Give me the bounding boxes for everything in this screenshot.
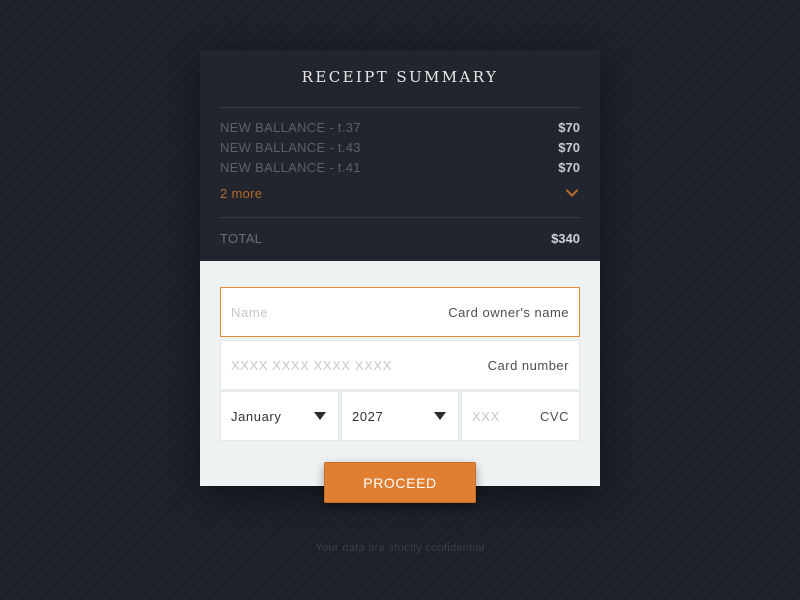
receipt-summary-panel: RECEIPT SUMMARY NEW BALLANCE - t.37 $70 … [200, 50, 600, 261]
receipt-item-price: $70 [558, 119, 580, 135]
summary-divider-top [220, 107, 580, 108]
expiry-month-value: January [231, 408, 282, 424]
expiry-year-select[interactable]: 2027 [341, 391, 459, 441]
total-label: TOTAL [220, 230, 263, 246]
receipt-summary-title: RECEIPT SUMMARY [301, 68, 499, 86]
total-row: TOTAL $340 [220, 228, 580, 248]
confidentiality-note: Your data are strictly confidential [315, 542, 485, 554]
dropdown-arrow-icon [314, 412, 326, 420]
chevron-down-icon[interactable] [564, 185, 580, 201]
payment-form: Card owner's name Card number January 20… [200, 261, 600, 486]
card-owner-name-hint: Card owner's name [448, 304, 569, 320]
card-number-input[interactable] [231, 357, 434, 373]
card-number-hint: Card number [487, 357, 569, 373]
receipt-item-price: $70 [558, 139, 580, 155]
card-owner-name-input[interactable] [231, 304, 434, 320]
payment-card: RECEIPT SUMMARY NEW BALLANCE - t.37 $70 … [200, 50, 600, 486]
proceed-button[interactable]: PROCEED [324, 462, 476, 503]
receipt-item-price: $70 [558, 159, 580, 175]
cvc-input[interactable] [472, 408, 516, 424]
expiry-month-select[interactable]: January [220, 391, 339, 441]
show-more-toggle[interactable]: 2 more [220, 183, 580, 203]
expiry-year-value: 2027 [352, 408, 384, 424]
receipt-item-name: NEW BALLANCE - t.37 [220, 119, 361, 135]
card-number-field[interactable]: Card number [220, 340, 580, 390]
receipt-item-name: NEW BALLANCE - t.43 [220, 139, 361, 155]
summary-divider-bottom [220, 217, 580, 218]
cvc-hint: CVC [540, 408, 569, 424]
dropdown-arrow-icon [434, 412, 446, 420]
cvc-field[interactable]: CVC [461, 391, 580, 441]
total-value: $340 [551, 230, 580, 246]
card-owner-name-field[interactable]: Card owner's name [220, 287, 580, 337]
receipt-item: NEW BALLANCE - t.41 $70 [220, 157, 580, 177]
receipt-item: NEW BALLANCE - t.43 $70 [220, 137, 580, 157]
receipt-item-name: NEW BALLANCE - t.41 [220, 159, 361, 175]
show-more-label: 2 more [220, 185, 263, 201]
receipt-item: NEW BALLANCE - t.37 $70 [220, 117, 580, 137]
